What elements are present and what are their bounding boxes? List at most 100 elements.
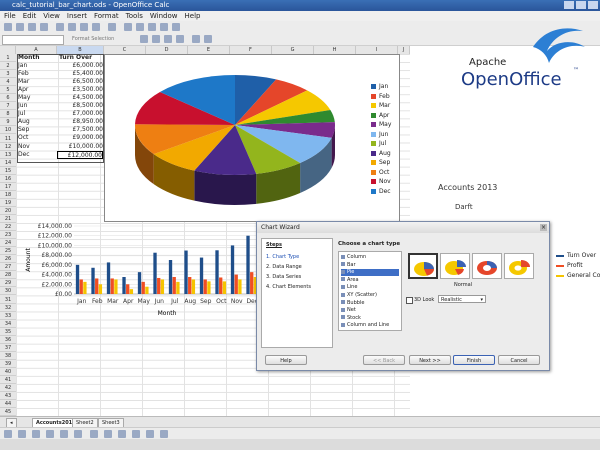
table-cell-month[interactable]: Feb [18,70,29,78]
freeform-icon[interactable] [60,430,68,438]
row-header-39[interactable]: 39 [0,360,16,368]
rectangle-icon[interactable] [32,430,40,438]
bar-turn-over-mar[interactable] [106,262,111,294]
grid-toggle-icon[interactable] [176,35,184,43]
bar-turn-over-jan[interactable] [75,264,80,294]
column-e[interactable]: E [188,46,230,54]
row-header-41[interactable]: 41 [0,376,16,384]
chart-type-icon[interactable] [140,35,148,43]
step-data-range[interactable]: 2. Data Range [266,264,302,270]
chart-type-pie[interactable]: Pie [341,269,399,277]
column-j[interactable]: J [398,46,410,54]
row-header-23[interactable]: 23 [0,231,16,240]
menu-insert[interactable]: Insert [67,11,87,21]
format-selection-button[interactable]: Format Selection [72,35,137,43]
bar-profit-feb[interactable] [95,278,99,294]
row-header-10[interactable]: 10 [0,126,16,135]
bar-profit-nov[interactable] [234,274,238,294]
bar-turn-over-apr[interactable] [122,277,126,294]
chart-type-xy-scatter[interactable]: XY (Scatter) [341,292,399,299]
bar-general-costs-nov[interactable] [238,279,242,294]
print-preview-icon[interactable] [92,23,100,31]
3d-look-checkbox[interactable] [406,297,413,304]
row-header-32[interactable]: 32 [0,304,16,312]
table-cell-turnover[interactable]: £8,500.00 [57,102,103,110]
chart-type-list[interactable]: Column Bar Pie Area Line XY (Scatter) Bubble Ne… [338,251,402,331]
row-header-16[interactable]: 16 [0,175,16,183]
bar-turn-over-aug[interactable] [184,250,188,294]
bar-profit-oct[interactable] [219,277,223,294]
table-cell-turnover[interactable]: £7,000.00 [57,110,103,118]
row-header-14[interactable]: 14 [0,159,16,167]
table-cell-turnover[interactable]: £5,400.00 [57,70,103,78]
bar-turn-over-feb[interactable] [91,267,95,294]
bar-general-costs-jun[interactable] [160,279,165,294]
maximize-button[interactable] [576,1,586,9]
row-header-28[interactable]: 28 [0,271,16,280]
bar-profit-sep[interactable] [203,279,207,294]
print-icon[interactable] [80,23,88,31]
row-header-33[interactable]: 33 [0,312,16,320]
bar-general-costs-oct[interactable] [222,281,227,294]
bar-profit-aug[interactable] [188,277,192,294]
bar-profit-jan[interactable] [79,279,83,294]
column-c[interactable]: C [104,46,146,54]
bar-profit-dec[interactable] [250,272,254,294]
bar-profit-jul[interactable] [172,277,176,294]
callouts-icon[interactable] [146,430,154,438]
spellcheck-icon[interactable] [108,23,116,31]
bar-general-costs-may[interactable] [145,286,149,294]
row-header-18[interactable]: 18 [0,191,16,199]
table-cell-turnover[interactable]: £3,500.00 [57,86,103,94]
legend-toggle-icon[interactable] [164,35,172,43]
table-cell-turnover[interactable]: £6,500.00 [57,78,103,86]
flowchart-icon[interactable] [132,430,140,438]
table-cell-turnover[interactable]: £9,000.00 [57,134,103,142]
pie-exploded-variant[interactable] [440,253,470,279]
row-header-15[interactable]: 15 [0,167,16,175]
bar-turn-over-sep[interactable] [199,257,204,294]
exploded-donut-variant[interactable] [504,253,534,279]
table-cell-turnover[interactable]: £4,500.00 [57,94,103,102]
chart-type-column-and-line[interactable]: Column and Line [341,322,399,329]
row-header-1[interactable]: 1 [0,54,16,62]
next-button[interactable]: Next >> [409,355,451,365]
bar-turn-over-nov[interactable] [230,245,235,294]
bar-general-costs-feb[interactable] [98,284,103,294]
table-cell-turnover[interactable]: £7,500.00 [57,126,103,134]
row-header-34[interactable]: 34 [0,320,16,328]
row-header-11[interactable]: 11 [0,135,16,143]
row-header-26[interactable]: 26 [0,255,16,264]
finish-button[interactable]: Finish [453,355,495,365]
cut-icon[interactable] [124,23,132,31]
bar-general-costs-jan[interactable] [83,281,87,294]
row-header-5[interactable]: 5 [0,86,16,95]
column-i[interactable]: I [356,46,398,54]
chart-type-line[interactable]: Line [341,284,399,291]
header-month[interactable]: Month [18,54,40,62]
help-button[interactable]: Help [265,355,307,365]
chart-type-stock[interactable]: Stock [341,315,399,322]
bar-general-costs-sep[interactable] [207,281,211,294]
menu-edit[interactable]: Edit [23,11,37,21]
save-icon[interactable] [28,23,36,31]
pie-normal-variant[interactable] [408,253,438,279]
stars-icon[interactable] [160,430,168,438]
undo-icon[interactable] [160,23,168,31]
bar-turn-over-dec[interactable] [246,235,250,294]
table-cell-month[interactable]: Jul [18,110,25,118]
step-chart-type[interactable]: 1. Chart Type [266,254,299,260]
menu-tools[interactable]: Tools [126,11,143,21]
step-chart-elements[interactable]: 4. Chart Elements [266,284,311,290]
table-cell-month[interactable]: Nov [18,143,30,151]
chart-area-icon[interactable] [152,35,160,43]
bar-profit-jun[interactable] [157,277,161,294]
table-cell-month[interactable]: Jan [18,62,27,70]
chart-element-select[interactable] [2,35,64,45]
column-g[interactable]: G [272,46,314,54]
bar-turn-over-jul[interactable] [168,260,173,294]
bar-profit-mar[interactable] [110,278,114,294]
ellipse-icon[interactable] [46,430,54,438]
row-header-40[interactable]: 40 [0,368,16,376]
bar-turn-over-jun[interactable] [153,252,157,294]
